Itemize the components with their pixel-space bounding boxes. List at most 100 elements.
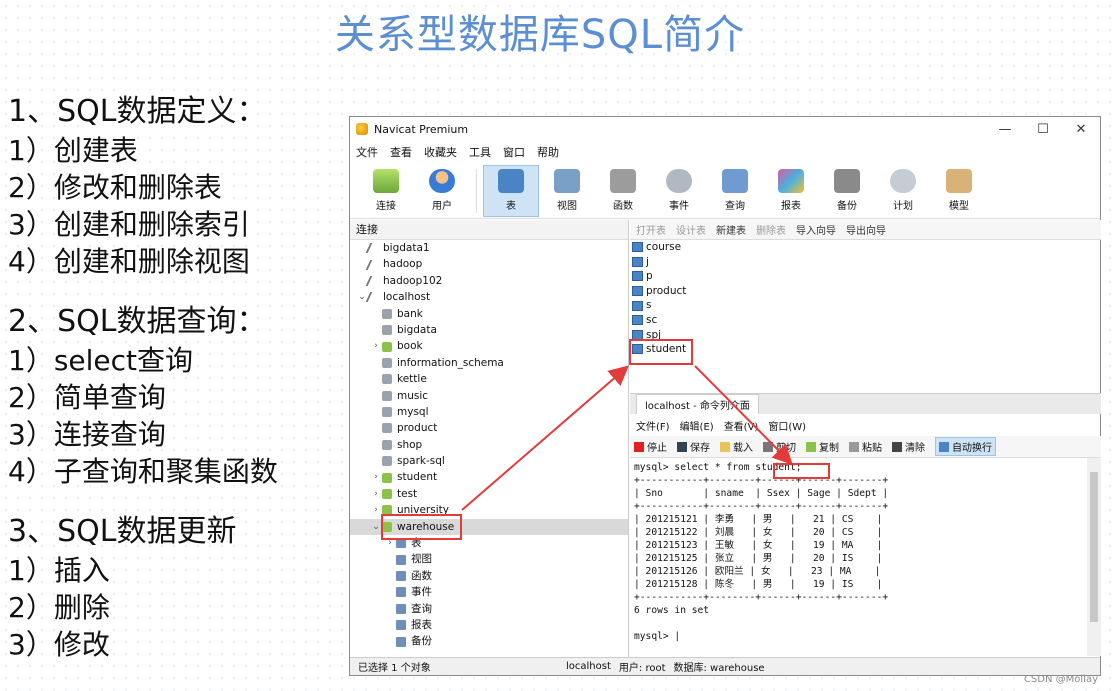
tree-item[interactable]: spark-sql [350,453,628,469]
tree-item[interactable]: hadoop [350,256,628,272]
tree-item[interactable]: mysql [350,404,628,420]
tree-item[interactable]: music [350,388,628,404]
table-item[interactable]: s [630,298,1101,313]
table-item[interactable]: student [630,342,1101,357]
tree-item[interactable]: shop [350,437,628,453]
export-wizard-button[interactable]: 导出向导 [846,222,886,237]
table-item[interactable]: spj [630,328,1101,343]
console-scrollbar[interactable] [1087,458,1101,656]
toolbar-backup-button[interactable]: 备份 [819,165,875,217]
new-table-button[interactable]: 新建表 [716,222,746,237]
chevron-right-icon[interactable]: › [370,338,382,354]
tree-item-label: bigdata1 [383,242,430,254]
connection-panel-header: 连接 [350,220,628,240]
table-item[interactable]: course [630,240,1101,255]
tree-item[interactable]: 报表 [350,617,628,633]
report-icon [778,169,804,193]
connection-tree: bigdata1 hadoop hadoop102 ⌄ localhost bank big… [350,240,628,650]
cmd-menu-edit[interactable]: 编辑(E) [680,418,714,433]
word-wrap-toggle[interactable]: 自动换行 [935,437,996,456]
toolbar-function-button[interactable]: 函数 [595,165,651,217]
toolbar-report-button[interactable]: 报表 [763,165,819,217]
tree-item[interactable]: 函数 [350,568,628,584]
open-table-button[interactable]: 打开表 [636,222,666,237]
connection-icon [365,243,381,254]
chevron-right-icon[interactable]: › [370,469,382,485]
toolbar-view-button[interactable]: 视图 [539,165,595,217]
tree-item-label: product [397,422,438,435]
toolbar-query-button[interactable]: 查询 [707,165,763,217]
table-item[interactable]: product [630,284,1101,299]
delete-table-button[interactable]: 删除表 [756,222,786,237]
close-button[interactable]: ✕ [1062,122,1100,137]
save-button[interactable]: 保存 [677,439,710,454]
import-wizard-button[interactable]: 导入向导 [796,222,836,237]
chevron-right-icon[interactable]: › [370,486,382,502]
plug-icon [373,169,399,193]
table-item-label: course [646,241,682,253]
copy-button[interactable]: 复制 [806,439,839,454]
table-icon [632,256,643,267]
chevron-down-icon[interactable]: ⌄ [356,289,368,305]
stop-button[interactable]: 停止 [634,439,667,454]
cut-button[interactable]: 剪切 [763,439,796,454]
minimize-button[interactable]: — [986,122,1024,137]
menu-tools[interactable]: 工具 [469,144,491,160]
maximize-button[interactable]: ☐ [1024,122,1062,137]
toolbar-connection-button[interactable]: 连接 [358,165,414,217]
slide-outline: 1、SQL数据定义： 1）创建表 2）修改和删除表 3）创建和删除索引 4）创建… [8,92,348,663]
tree-item[interactable]: 事件 [350,584,628,600]
console-output[interactable]: mysql> select * from student; +----------… [630,458,1101,654]
tree-item[interactable]: bigdata1 [350,240,628,256]
tree-item[interactable]: 视图 [350,551,628,567]
tree-item[interactable]: 查询 [350,601,628,617]
cmd-menu-view[interactable]: 查看(V) [724,418,759,433]
tree-item[interactable]: product [350,420,628,436]
backup-icon [834,169,860,193]
menu-file[interactable]: 文件 [356,144,378,160]
watermark: CSDN @Mollay [1023,674,1098,685]
tree-item[interactable]: bigdata [350,322,628,338]
paste-button[interactable]: 粘贴 [849,439,882,454]
toolbar-schedule-button[interactable]: 计划 [875,165,931,217]
tree-item[interactable]: information_schema [350,355,628,371]
menu-favorites[interactable]: 收藏夹 [424,144,457,160]
table-item[interactable]: j [630,255,1101,270]
toolbar-event-button[interactable]: 事件 [651,165,707,217]
tree-item[interactable]: › test [350,486,628,502]
tree-item-label: information_schema [397,356,504,369]
toolbar-table-button[interactable]: 表 [483,164,539,217]
clear-button[interactable]: 清除 [892,439,925,454]
status-selection: 已选择 1 个对象 [358,663,431,674]
object-type-icon [396,620,406,631]
outline-item: 1）创建表 [8,134,138,167]
outline-item: 2）删除 [8,591,110,624]
tree-item[interactable]: ⌄ localhost [350,289,628,305]
tree-item[interactable]: › student [350,469,628,485]
design-table-button[interactable]: 设计表 [676,222,706,237]
menu-window[interactable]: 窗口 [503,144,525,160]
stop-icon [634,441,644,452]
outline-item: 2）简单查询 [8,381,166,414]
view-icon [554,169,580,193]
tree-item[interactable]: bank [350,306,628,322]
title-bar: Navicat Premium — ☐ ✕ [350,117,1100,141]
toolbar-user-button[interactable]: 用户 [414,165,470,217]
highlight-student-query [773,463,830,479]
tree-item[interactable]: › book [350,338,628,354]
toolbar-model-button[interactable]: 模型 [931,165,987,217]
tree-item[interactable]: hadoop102 [350,273,628,289]
load-button[interactable]: 载入 [720,439,753,454]
table-item[interactable]: p [630,269,1101,284]
menu-view[interactable]: 查看 [390,144,412,160]
command-tab[interactable]: localhost - 命令列介面 [636,394,759,414]
cmd-menu-file[interactable]: 文件(F) [636,418,670,433]
menu-help[interactable]: 帮助 [537,144,559,160]
table-item[interactable]: sc [630,313,1101,328]
tree-item[interactable]: 备份 [350,633,628,649]
cmd-menu-window[interactable]: 窗口(W) [768,418,806,433]
scroll-thumb[interactable] [1090,472,1098,622]
highlight-student-table [629,339,693,365]
tree-item[interactable]: kettle [350,371,628,387]
table-icon [632,286,643,297]
